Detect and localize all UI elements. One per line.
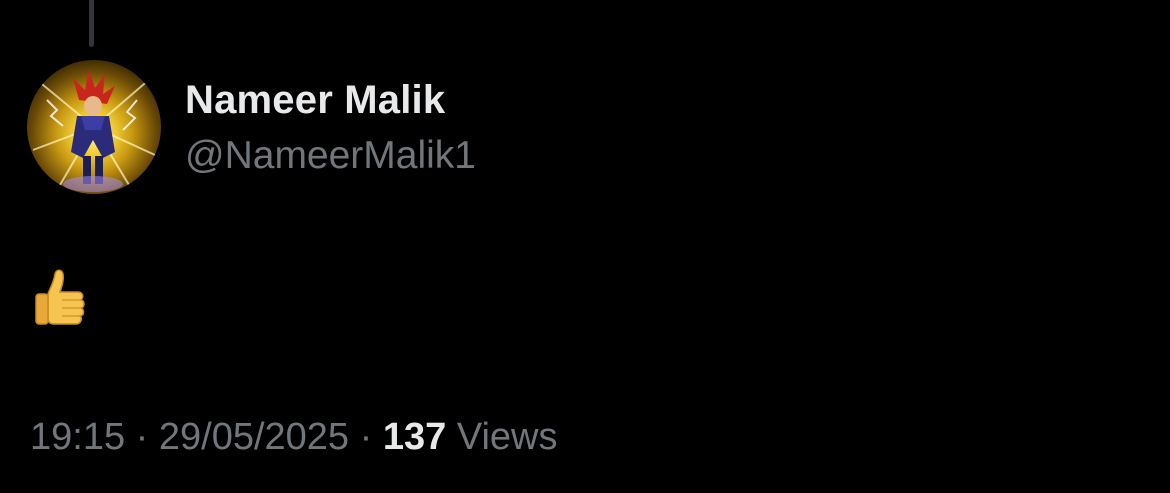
views-count[interactable]: 137 xyxy=(383,416,446,458)
avatar-image xyxy=(32,70,156,192)
meta-separator: · xyxy=(135,416,149,458)
meta-separator: · xyxy=(359,416,373,458)
thumbs-up-icon xyxy=(35,269,85,325)
thread-connector-line xyxy=(89,0,94,47)
post-date[interactable]: 29/05/2025 xyxy=(159,416,349,458)
post-time[interactable]: 19:15 xyxy=(30,416,125,458)
post-metadata: 19:15 · 29/05/2025 · 137 Views xyxy=(30,416,558,459)
author-display-name[interactable]: Nameer Malik xyxy=(185,78,445,123)
views-label[interactable]: Views xyxy=(457,416,558,458)
author-handle[interactable]: @NameerMalik1 xyxy=(185,134,476,178)
avatar[interactable] xyxy=(27,60,161,194)
